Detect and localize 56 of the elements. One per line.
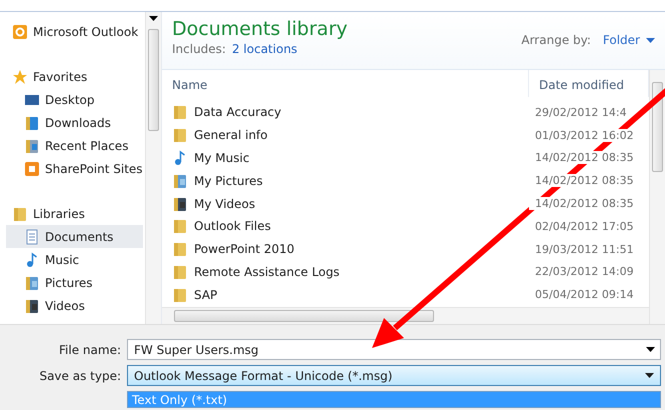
date-cell: 14/02/2012 08:35 [529,197,634,210]
file-name-cell[interactable]: My Pictures [162,172,529,189]
scrollbar[interactable] [145,12,161,324]
file-name-cell[interactable]: PowerPoint 2010 [162,241,529,258]
caret-icon [646,38,655,42]
type-dropdown[interactable]: Outlook Message Format - Unicode (*.msg) [127,365,661,386]
field-label: File name: [58,342,121,356]
sidebar-item[interactable]: Recent Places [6,134,143,157]
arrange-label: Arrange by: [521,33,591,47]
caret-icon [645,373,654,378]
folder-icon [172,241,188,258]
sidebar-item[interactable]: Microsoft Outlook [6,20,143,43]
outlook-logo-icon [12,24,28,40]
folder-icon [172,218,188,234]
grid-icon [24,160,40,176]
scrollbar[interactable] [649,70,665,324]
sidebar-item[interactable]: Downloads [6,111,143,134]
file-name-cell[interactable]: Data Accuracy [162,104,529,120]
sidebar-group[interactable]: Libraries [6,202,143,225]
caret-icon [149,16,158,21]
film-icon [24,298,40,314]
folder-icon [172,127,188,144]
sidebar-item[interactable]: SharePoint Sites [6,157,143,180]
caret-icon [646,347,655,352]
file-name-field[interactable]: FW Super Users.msg [127,339,661,360]
file-name-cell[interactable]: General info [162,127,529,144]
document-icon [24,228,40,244]
scrollbar-thumb[interactable] [174,310,434,322]
sidebar-item[interactable]: Desktop [6,88,143,111]
locations-link[interactable]: 2 locations [232,42,298,56]
library-title: Documents library [172,18,348,40]
arrange-dropdown[interactable]: Folder [602,33,655,47]
sidebar-item[interactable]: Videos [6,294,143,317]
field-label: Save as type: [38,368,121,382]
file-name-cell[interactable]: My Videos [162,196,529,212]
file-name-cell[interactable]: Remote Assistance Logs [162,264,529,280]
file-name-cell[interactable]: Outlook Files [162,218,529,234]
scrollbar-thumb[interactable] [148,29,159,131]
library-icon [12,206,28,222]
horizontal-scrollbar[interactable] [162,307,649,324]
sidebar-item[interactable]: Pictures [6,271,143,294]
picture-icon [24,274,40,290]
scrollbar-thumb[interactable] [652,82,663,172]
sidebar-group[interactable]: Favorites [6,65,143,88]
sidebar-item[interactable]: Music [6,248,143,271]
film-icon [172,196,188,212]
sidebar-item[interactable]: Documents [6,225,143,248]
folder-icon [172,264,188,280]
picture-icon [172,172,188,189]
star-icon [12,68,28,84]
folder-icon [172,104,188,120]
file-name-cell[interactable]: SAP [162,286,529,303]
column-header[interactable]: Name [162,70,529,97]
folder-icon [172,286,188,303]
file-name-cell[interactable]: My Music [162,150,529,166]
includes-label: Includes: [172,42,226,56]
